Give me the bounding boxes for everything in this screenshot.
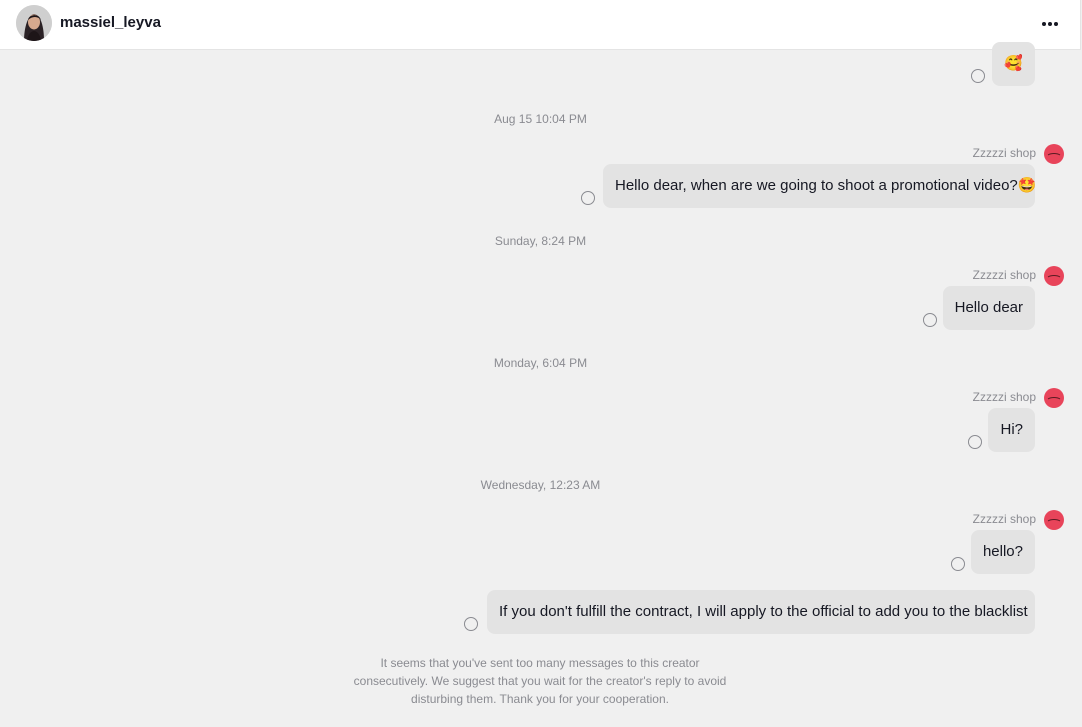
sender-name: Zzzzzi shop: [972, 512, 1036, 526]
chat-header: massiel_leyva: [0, 0, 1081, 50]
chat-username[interactable]: massiel_leyva: [60, 14, 161, 31]
sender-name: Zzzzzi shop: [972, 146, 1036, 160]
sender-name: Zzzzzi shop: [972, 390, 1036, 404]
sender-name: Zzzzzi shop: [972, 268, 1036, 282]
message-status-icon: [464, 617, 478, 631]
message-bubble[interactable]: 🥰: [992, 42, 1035, 86]
message-timestamp: Sunday, 8:24 PM: [494, 234, 587, 248]
sender-avatar[interactable]: [1044, 144, 1064, 164]
message-bubble[interactable]: Hello dear, when are we going to shoot a…: [603, 164, 1037, 208]
message-bubble[interactable]: Hello dear: [942, 286, 1035, 330]
message-status-icon: [581, 191, 595, 205]
sender-avatar[interactable]: [1044, 510, 1064, 530]
message-bubble[interactable]: hello?: [970, 530, 1035, 574]
message-text: Hello dear, when are we going to shoot a…: [615, 177, 1037, 194]
message-text: Hello dear: [954, 299, 1023, 316]
message-text: hello?: [982, 543, 1023, 560]
rate-limit-notice: It seems that you've sent too many messa…: [353, 656, 727, 706]
message-status-icon: [968, 435, 982, 449]
message-text: If you don't fulfill the contract, I wil…: [499, 603, 1028, 620]
message-status-icon: [971, 69, 985, 83]
sender-avatar[interactable]: [1044, 388, 1064, 408]
message-status-icon: [923, 313, 937, 327]
message-text: 🥰: [1004, 55, 1023, 72]
message-bubble[interactable]: If you don't fulfill the contract, I wil…: [487, 590, 1035, 634]
message-timestamp: Monday, 6:04 PM: [493, 356, 588, 370]
message-timestamp: Wednesday, 12:23 AM: [480, 478, 601, 492]
message-thread[interactable]: 🥰 Aug 15 10:04 PM Zzzzzi shop Hello dear…: [0, 42, 1081, 727]
message-bubble[interactable]: Hi?: [988, 408, 1035, 452]
user-avatar[interactable]: [16, 5, 52, 41]
message-timestamp: Aug 15 10:04 PM: [494, 112, 587, 126]
message-status-icon: [951, 557, 965, 571]
more-options-icon[interactable]: [1036, 15, 1064, 33]
message-text: Hi?: [1000, 421, 1023, 438]
sender-avatar[interactable]: [1044, 266, 1064, 286]
